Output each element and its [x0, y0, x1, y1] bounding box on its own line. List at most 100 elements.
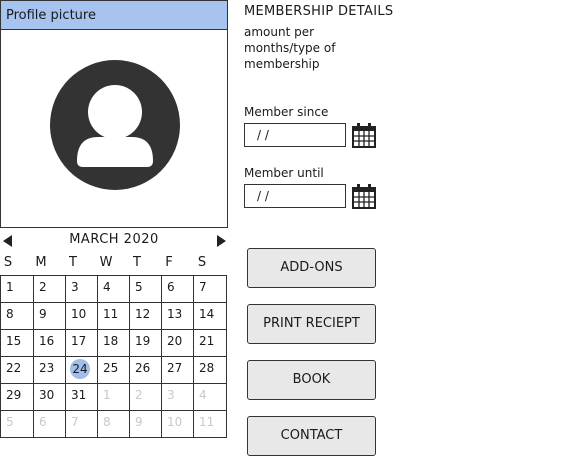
calendar-day-number: 6: [167, 280, 175, 294]
calendar-day-number: 26: [135, 361, 151, 375]
calendar-day-number: 10: [167, 415, 183, 429]
calendar-day[interactable]: 6: [33, 410, 66, 438]
calendar-day-number: 16: [39, 334, 55, 348]
calendar-day[interactable]: 3: [65, 275, 98, 303]
calendar-day[interactable]: 2: [33, 275, 66, 303]
calendar-day[interactable]: 5: [129, 275, 162, 303]
calendar-day-number: 31: [71, 388, 87, 402]
calendar-day-number: 20: [167, 334, 183, 348]
calendar-day[interactable]: 8: [0, 302, 34, 330]
calendar-grid: 1 2 3 4 5 6 7 8 9 10 11 12 13 14 15 16 17 18 19 20 21 22 23 24 2…: [0, 275, 227, 438]
print-receipt-button[interactable]: PRINT RECIEPT: [247, 304, 376, 344]
calendar-day-number: 24: [70, 359, 90, 379]
calendar-day[interactable]: 26: [129, 356, 162, 384]
calendar-day[interactable]: 4: [193, 383, 227, 411]
calendar-day[interactable]: 6: [161, 275, 194, 303]
calendar-day-number: 10: [71, 307, 87, 321]
calendar-day[interactable]: 28: [193, 356, 227, 384]
calendar-day[interactable]: 25: [97, 356, 130, 384]
member-since-label: Member since: [244, 105, 329, 119]
calendar-day[interactable]: 29: [0, 383, 34, 411]
calendar-day-number: 14: [199, 307, 215, 321]
calendar-day-number: 9: [135, 415, 143, 429]
calendar-day-number: 7: [71, 415, 79, 429]
calendar-day[interactable]: 4: [97, 275, 130, 303]
calendar-day[interactable]: 20: [161, 329, 194, 357]
calendar-day[interactable]: 17: [65, 329, 98, 357]
calendar-day[interactable]: 18: [97, 329, 130, 357]
calendar-day-number: 9: [39, 307, 47, 321]
calendar-day-number: 1: [6, 280, 14, 294]
calendar-week-row: 29 30 31 1 2 3 4: [0, 383, 227, 411]
calendar-day-number: 3: [167, 388, 175, 402]
calendar-day-number: 11: [199, 415, 215, 429]
calendar-day[interactable]: 21: [193, 329, 227, 357]
calendar-day-number: 5: [6, 415, 14, 429]
calendar-day-number: 2: [135, 388, 143, 402]
calendar-day-number: 17: [71, 334, 87, 348]
calendar-day-number: 18: [103, 334, 119, 348]
calendar-day[interactable]: 9: [129, 410, 162, 438]
contact-button[interactable]: CONTACT: [247, 416, 376, 456]
calendar-day[interactable]: 13: [161, 302, 194, 330]
calendar-day[interactable]: 14: [193, 302, 227, 330]
calendar-day-number: 2: [39, 280, 47, 294]
calendar-day-number: 6: [39, 415, 47, 429]
user-avatar-icon[interactable]: [50, 60, 180, 190]
calendar-day[interactable]: 3: [161, 383, 194, 411]
calendar-day[interactable]: 5: [0, 410, 34, 438]
calendar-day[interactable]: 12: [129, 302, 162, 330]
calendar-day[interactable]: 1: [97, 383, 130, 411]
calendar-day[interactable]: 10: [161, 410, 194, 438]
calendar-day-number: 25: [103, 361, 119, 375]
calendar-day[interactable]: 31: [65, 383, 98, 411]
calendar-day[interactable]: 7: [65, 410, 98, 438]
calendar-day[interactable]: 16: [33, 329, 66, 357]
calendar-day[interactable]: 1: [0, 275, 34, 303]
calendar-day-number: 29: [6, 388, 22, 402]
calendar-day-number: 21: [199, 334, 215, 348]
calendar-month-label: MARCH 2020: [69, 232, 159, 247]
calendar-day[interactable]: 7: [193, 275, 227, 303]
calendar-day[interactable]: 2: [129, 383, 162, 411]
calendar-day[interactable]: 19: [129, 329, 162, 357]
previous-month-icon[interactable]: [3, 235, 12, 247]
weekday-label: T: [69, 255, 77, 270]
book-button[interactable]: BOOK: [247, 360, 376, 400]
calendar-week-row: 1 2 3 4 5 6 7: [0, 275, 227, 303]
calendar-day[interactable]: 22: [0, 356, 34, 384]
profile-picture-panel: Profile picture: [0, 0, 228, 228]
calendar-day[interactable]: 15: [0, 329, 34, 357]
calendar-header: MARCH 2020: [0, 229, 228, 251]
calendar-day[interactable]: 10: [65, 302, 98, 330]
calendar-icon[interactable]: [352, 184, 376, 209]
calendar-day-number: 7: [199, 280, 207, 294]
calendar-day-number: 8: [6, 307, 14, 321]
calendar-day[interactable]: 30: [33, 383, 66, 411]
calendar-day-number: 5: [135, 280, 143, 294]
calendar-day[interactable]: 11: [97, 302, 130, 330]
weekday-label: M: [35, 255, 47, 270]
calendar-day-number: 1: [103, 388, 111, 402]
member-until-input[interactable]: / /: [244, 184, 346, 208]
member-until-label: Member until: [244, 166, 324, 180]
calendar-week-row: 15 16 17 18 19 20 21: [0, 329, 227, 357]
member-since-input[interactable]: / /: [244, 123, 346, 147]
calendar-day[interactable]: 27: [161, 356, 194, 384]
calendar-day[interactable]: 11: [193, 410, 227, 438]
calendar-day[interactable]: 9: [33, 302, 66, 330]
calendar-day-number: 23: [39, 361, 55, 375]
calendar-day-number: 19: [135, 334, 151, 348]
calendar-icon[interactable]: [352, 123, 376, 148]
add-ons-button[interactable]: ADD-ONS: [247, 248, 376, 288]
calendar-day-number: 4: [103, 280, 111, 294]
weekday-label: T: [133, 255, 141, 270]
membership-description: amount per months/type of membership: [244, 25, 336, 71]
calendar-day[interactable]: 23: [33, 356, 66, 384]
calendar-day-today[interactable]: 24: [65, 356, 98, 384]
calendar-day-number: 11: [103, 307, 119, 321]
next-month-icon[interactable]: [217, 235, 226, 247]
calendar-day-number: 30: [39, 388, 55, 402]
profile-picture-title: Profile picture: [1, 1, 227, 30]
calendar-day[interactable]: 8: [97, 410, 130, 438]
